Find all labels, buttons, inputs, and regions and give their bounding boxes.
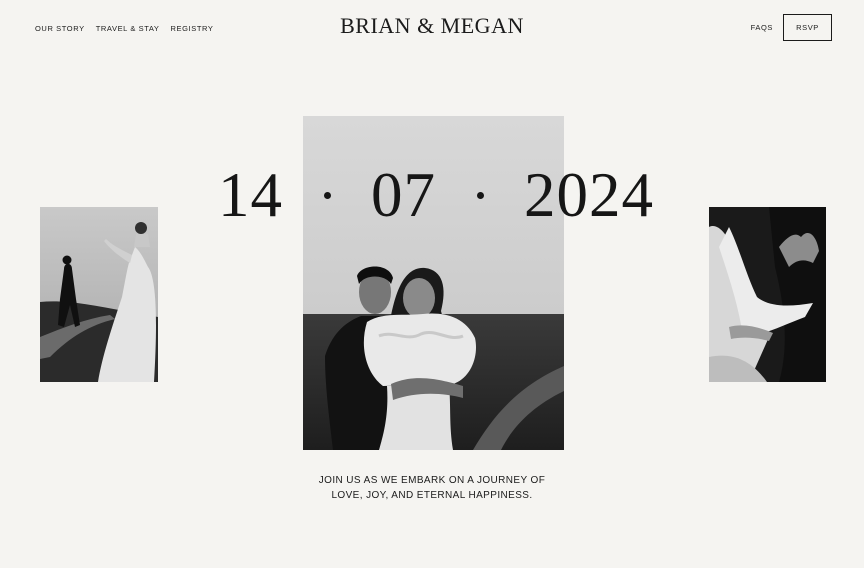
photo-couple-closeup — [709, 207, 826, 382]
tagline-line-2: LOVE, JOY, AND ETERNAL HAPPINESS. — [331, 489, 533, 501]
date-month: 07 — [371, 160, 436, 230]
date-year: 2024 — [524, 160, 654, 230]
photo-couple-hillside — [40, 207, 158, 382]
rsvp-button[interactable]: RSVP — [783, 14, 832, 41]
tagline-line-1: JOIN US AS WE EMBARK ON A JOURNEY OF — [318, 475, 546, 486]
nav-link-faqs[interactable]: FAQS — [751, 23, 773, 32]
date-day: 14 — [218, 160, 283, 230]
tagline: JOIN US AS WE EMBARK ON A JOURNEY OF LOV… — [0, 474, 864, 503]
date-separator-dot — [323, 192, 331, 199]
date-separator-dot — [476, 192, 484, 199]
site-title[interactable]: BRIAN & MEGAN — [0, 13, 864, 39]
secondary-nav: FAQS RSVP — [751, 14, 832, 41]
wedding-date: 14 07 2024 — [218, 164, 654, 227]
